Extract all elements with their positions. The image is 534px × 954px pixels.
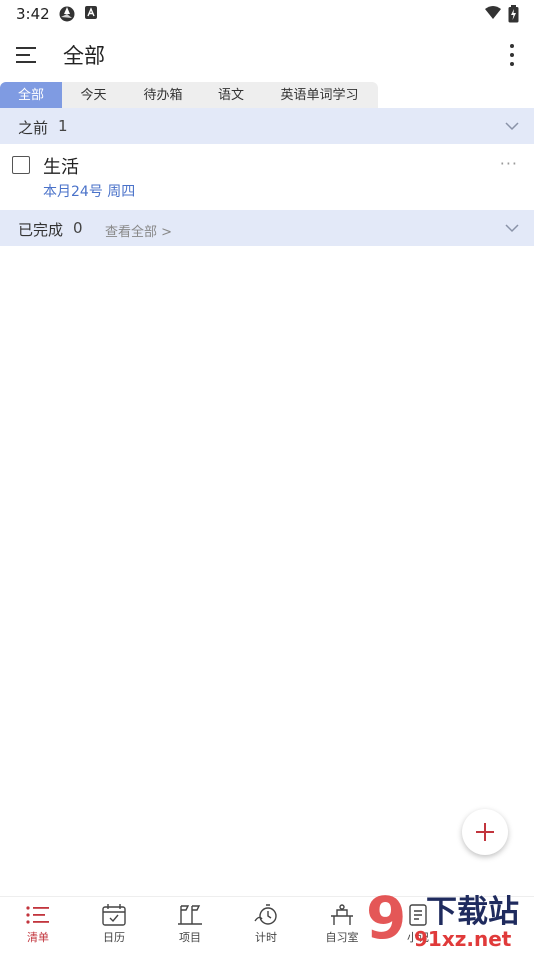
app-notification-icon — [85, 5, 99, 25]
nav-timer-label: 计时 — [255, 931, 277, 944]
list-icon — [26, 906, 49, 924]
chevron-down-icon[interactable] — [504, 118, 520, 134]
study-room-icon — [331, 904, 353, 925]
nav-project-label: 项目 — [179, 931, 201, 944]
section-before[interactable]: 之前 1 — [0, 108, 534, 144]
tab-chinese[interactable]: 语文 — [201, 82, 261, 109]
watermark-url: 91xz.net — [414, 927, 512, 950]
section-done-label: 已完成 — [18, 221, 64, 239]
status-bar: 3:42 — [0, 0, 534, 28]
aperture-icon — [58, 5, 76, 27]
view-all-link[interactable]: 查看全部 > — [105, 221, 172, 240]
list-item[interactable]: 生活 本月24号 周四 ··· — [0, 144, 534, 210]
timer-icon — [254, 904, 277, 925]
tab-english-vocab[interactable]: 英语单词学习 — [261, 82, 378, 109]
chevron-down-icon[interactable] — [504, 220, 520, 236]
menu-icon[interactable] — [14, 42, 42, 68]
status-time: 3:42 — [16, 5, 50, 23]
section-before-label: 之前 — [18, 119, 49, 137]
nav-timer[interactable]: 计时 — [231, 901, 301, 949]
task-name: 生活 — [43, 157, 79, 178]
wifi-icon — [484, 5, 502, 25]
nav-list[interactable]: 清单 — [3, 901, 73, 949]
calendar-icon — [102, 904, 126, 926]
page-title: 全部 — [63, 44, 105, 68]
add-task-button[interactable] — [462, 809, 508, 855]
battery-icon — [508, 5, 519, 27]
tab-today[interactable]: 今天 — [62, 82, 125, 109]
plus-icon — [476, 823, 494, 841]
app-bar: 全部 — [0, 28, 534, 80]
nav-project[interactable]: 项目 — [155, 901, 225, 949]
nav-calendar-label: 日历 — [103, 931, 125, 944]
task-checkbox[interactable] — [12, 156, 30, 174]
nav-calendar[interactable]: 日历 — [79, 901, 149, 949]
section-done-count: 0 — [73, 219, 83, 237]
section-done[interactable]: 已完成 0 查看全部 > — [0, 210, 534, 246]
watermark-number: 9 — [366, 888, 406, 950]
task-more-icon[interactable]: ··· — [500, 154, 518, 173]
nav-list-label: 清单 — [27, 931, 49, 944]
watermark-text: 下载站 — [426, 894, 519, 930]
project-icon — [178, 905, 202, 925]
more-options-icon[interactable] — [508, 42, 516, 68]
tab-all[interactable]: 全部 — [0, 82, 62, 109]
watermark-logo: 9 下载站 91xz.net — [364, 884, 534, 952]
section-before-count: 1 — [58, 117, 68, 135]
task-date: 本月24号 周四 — [43, 184, 136, 200]
tab-inbox[interactable]: 待办箱 — [125, 82, 201, 109]
list-tabs: 全部 今天 待办箱 语文 英语单词学习 — [0, 82, 378, 109]
